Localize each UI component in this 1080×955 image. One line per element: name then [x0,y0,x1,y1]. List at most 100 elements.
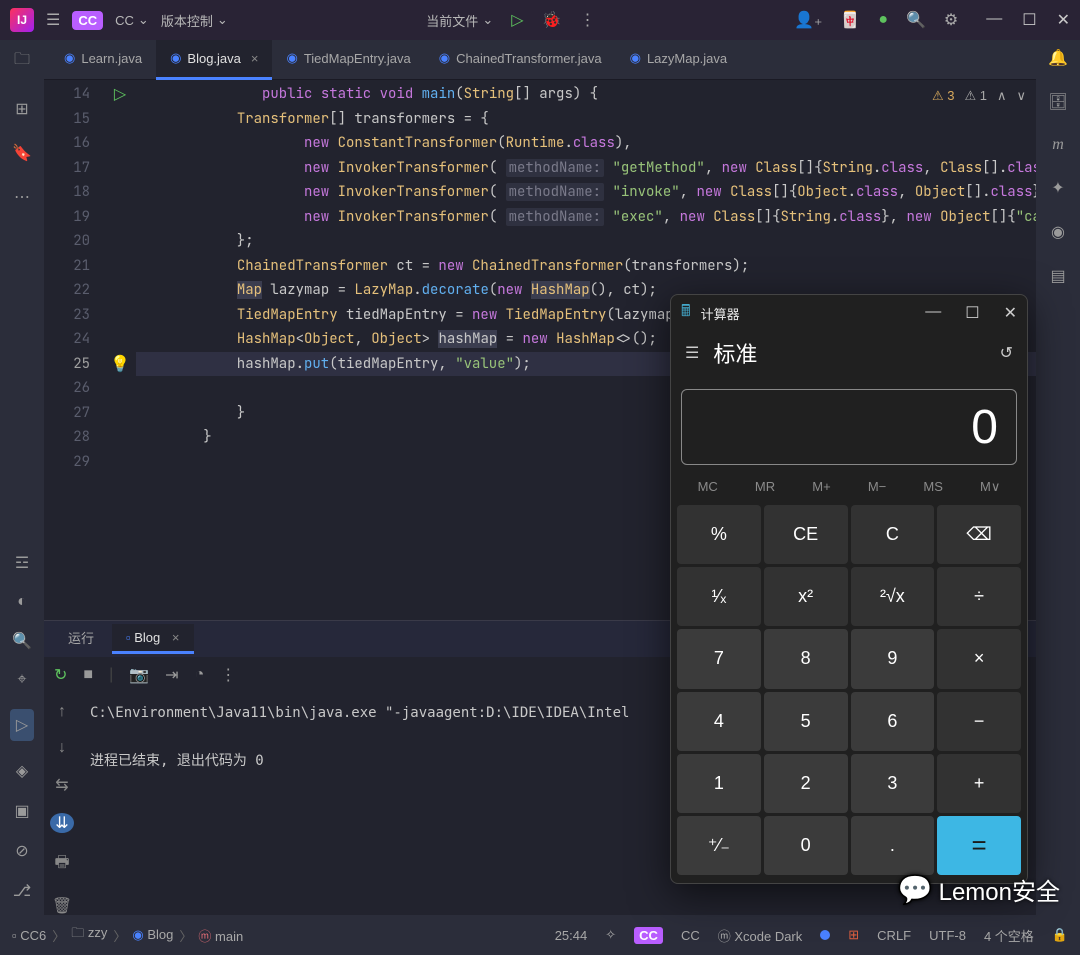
breadcrumb[interactable]: ▫ CC6〉🗀 zzy〉◉ Blog〉ⓜ main [12,924,243,946]
profiler-icon[interactable]: ◐ [17,593,27,611]
lock-icon[interactable]: 🔒 [1052,927,1068,943]
calc-button-+[interactable]: + [937,754,1021,813]
breadcrumb-item[interactable]: ▫ CC6 [12,928,46,943]
calc-mem-button[interactable]: MC [698,479,718,495]
preview-icon[interactable]: ▤ [1050,266,1065,286]
user-status-badge[interactable]: CC [634,927,663,944]
inspection-badges[interactable]: ⚠ 3 ⚠ 1 ∧ ∨ [932,88,1026,104]
minimize-icon[interactable]: — [986,10,1002,30]
database-icon[interactable]: 🗄 [1048,92,1068,112]
soft-wrap-icon[interactable]: ⇆ [55,775,68,795]
calc-button-9[interactable]: 9 [851,629,935,688]
cursor-position[interactable]: 25:44 [555,928,588,943]
line-separator[interactable]: CRLF [877,928,911,943]
calc-mem-button[interactable]: M+ [812,479,830,495]
theme-label[interactable]: ⓜ Xcode Dark [718,926,803,945]
find-icon[interactable]: 🔍 [12,631,32,651]
translate-icon[interactable]: 🀄 [840,10,860,30]
bookmark-icon[interactable]: 🔖 [12,143,32,163]
close-window-icon[interactable]: ✕ [1057,10,1070,30]
debug-icon[interactable]: 🐞 [542,10,562,30]
calc-button-¹⁄ₓ[interactable]: ¹⁄ₓ [677,567,761,626]
maximize-icon[interactable]: ☐ [1022,10,1036,30]
calc-mem-button[interactable]: M− [868,479,886,495]
calc-button-CE[interactable]: CE [764,505,848,564]
calc-mem-button[interactable]: MR [755,479,775,495]
ms-icon[interactable]: ⊞ [848,927,859,943]
scroll-to-end-icon[interactable]: ⇊ [50,813,74,833]
calc-button-7[interactable]: 7 [677,629,761,688]
calc-button-÷[interactable]: ÷ [937,567,1021,626]
calc-button-C[interactable]: C [851,505,935,564]
calc-button-×[interactable]: × [937,629,1021,688]
ai-icon[interactable]: ✦ [1051,178,1064,198]
run-gutter-icon[interactable]: ▷ [114,84,126,104]
breadcrumb-item[interactable]: ◉ Blog [132,927,173,943]
status-indicator[interactable] [820,930,830,940]
terminal-icon[interactable]: ▣ [14,801,29,821]
editor-tab[interactable]: ◉Blog.java× [156,40,272,80]
calc-button-1[interactable]: 1 [677,754,761,813]
calc-button-0[interactable]: 0 [764,816,848,875]
trash-icon[interactable]: 🗑 [52,896,72,916]
calc-button-6[interactable]: 6 [851,692,935,751]
calc-history-icon[interactable]: ↺ [1000,343,1013,363]
prev-highlight-icon[interactable]: ∧ [997,88,1007,104]
next-highlight-icon[interactable]: ∨ [1016,88,1026,104]
calc-button-8[interactable]: 8 [764,629,848,688]
indent[interactable]: 4 个空格 [984,926,1034,945]
weak-warning-badge[interactable]: ⚠ 1 [964,88,987,104]
calc-button-=[interactable]: = [937,816,1021,875]
todo-icon[interactable]: ☲ [15,553,29,573]
user-badge[interactable]: CC [72,11,103,30]
main-menu-icon[interactable]: ☰ [46,10,60,30]
calc-button-⌫[interactable]: ⌫ [937,505,1021,564]
warning-badge[interactable]: ⚠ 3 [932,88,955,104]
user-dropdown[interactable]: CC ⌄ [115,12,149,28]
calculator-window[interactable]: 🖩 计算器 — ☐ ✕ ☰ 标准 ↺ 0 MCMRM+M−MSM∨ %CEC⌫¹… [670,294,1028,884]
rerun-icon[interactable]: ↻ [54,665,67,685]
breadcrumb-item[interactable]: 🗀 zzy [71,924,107,946]
calc-minimize-icon[interactable]: — [925,303,941,323]
run-config[interactable]: 当前文件 ⌄ [426,11,493,30]
calc-menu-icon[interactable]: ☰ [685,343,699,363]
editor-tab[interactable]: ◉Learn.java [50,40,156,80]
breadcrumb-item[interactable]: ⓜ main [198,926,243,945]
run-more-icon[interactable]: ⋮ [220,665,236,685]
add-user-icon[interactable]: 👤₊ [794,10,822,30]
calc-button-²√x[interactable]: ²√x [851,567,935,626]
close-tab-icon[interactable]: × [251,51,259,66]
calc-button-x²[interactable]: x² [764,567,848,626]
editor-tab[interactable]: ◉TiedMapEntry.java [272,40,424,80]
run-tool-icon[interactable]: ▷ [10,709,34,741]
services-icon[interactable]: ◈ [16,761,28,781]
vcs-dropdown[interactable]: 版本控制 ⌄ [161,11,228,30]
print-icon[interactable]: 🖶 [54,851,69,878]
more-icon[interactable]: ⋮ [579,10,595,30]
thread-dump-icon[interactable]: ◔ [195,666,205,684]
settings-icon[interactable]: ⚙ [944,10,958,30]
run-icon[interactable]: ▷ [511,10,523,30]
export-icon[interactable]: ⇥ [165,665,178,685]
notifications-icon[interactable]: 🔔 [1048,48,1068,68]
calc-button-2[interactable]: 2 [764,754,848,813]
calc-mem-button[interactable]: MS [923,479,943,495]
calc-button-3[interactable]: 3 [851,754,935,813]
copilot-icon[interactable]: ✧ [605,927,616,943]
calc-maximize-icon[interactable]: ☐ [965,303,979,323]
down-icon[interactable]: ↓ [58,739,66,757]
search-icon[interactable]: 🔍 [906,10,926,30]
calc-titlebar[interactable]: 🖩 计算器 — ☐ ✕ [671,295,1027,331]
structure-icon[interactable]: ⊞ [15,99,28,119]
maven-icon[interactable]: m [1052,136,1064,154]
calc-button-.[interactable]: . [851,816,935,875]
bulb-icon[interactable]: 💡 [110,354,130,374]
more-tools-icon[interactable]: ⋯ [14,187,30,207]
app-logo[interactable]: IJ [10,8,34,32]
encoding[interactable]: UTF-8 [929,928,966,943]
calc-close-icon[interactable]: ✕ [1004,303,1017,323]
problems-icon[interactable]: ⊘ [15,841,28,861]
editor-tab[interactable]: ◉ChainedTransformer.java [425,40,616,80]
calc-button-%[interactable]: % [677,505,761,564]
calc-mem-button[interactable]: M∨ [980,479,1000,495]
